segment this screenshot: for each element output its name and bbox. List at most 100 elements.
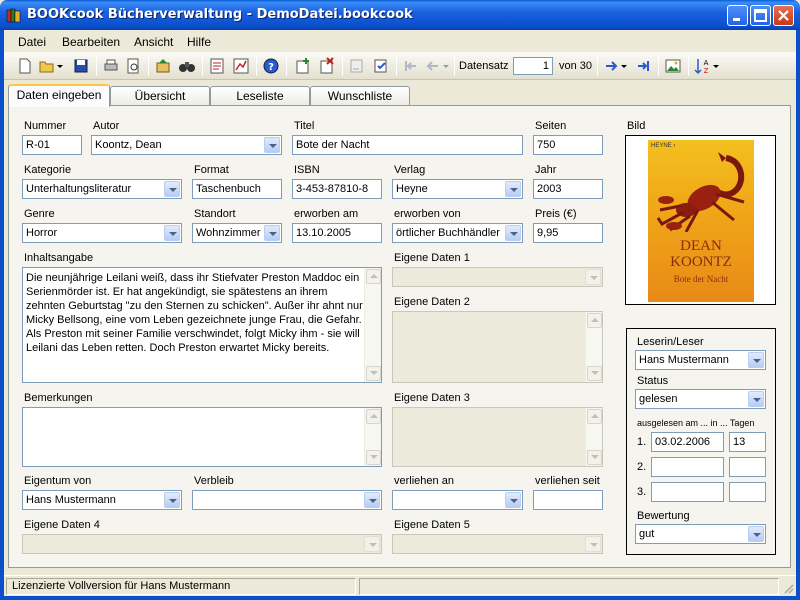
delete-record-icon[interactable] [318, 57, 336, 75]
tab-leseliste[interactable]: Leseliste [210, 86, 310, 106]
preis-field[interactable]: 9,95 [533, 223, 603, 243]
eigene-daten-5-combo[interactable] [392, 534, 603, 554]
verliehen-seit-field[interactable] [533, 490, 603, 510]
minimize-button[interactable] [727, 5, 748, 26]
titel-field[interactable]: Bote der Nacht [292, 135, 523, 155]
scroll-up-icon[interactable] [587, 409, 602, 424]
menu-hilfe[interactable]: Hilfe [187, 35, 211, 49]
genre-combo[interactable]: Horror [22, 223, 182, 243]
dropdown-arrow-icon[interactable] [264, 225, 280, 241]
menu-datei[interactable]: Datei [18, 35, 46, 49]
tab-daten-eingeben[interactable]: Daten eingeben [8, 84, 110, 107]
bemerkungen-memo[interactable] [22, 407, 382, 467]
autor-combo[interactable]: Koontz, Dean [91, 135, 282, 155]
scrollbar[interactable] [585, 408, 602, 466]
dropdown-arrow-icon[interactable] [748, 391, 764, 407]
read-row-1-date[interactable]: 03.02.2006 [651, 432, 724, 452]
eigene-daten-4-combo[interactable] [22, 534, 382, 554]
save-record-icon[interactable] [372, 57, 390, 75]
dropdown-arrow-icon[interactable] [164, 225, 180, 241]
resize-grip-icon[interactable] [782, 582, 794, 594]
record-number-input[interactable]: 1 [513, 57, 553, 75]
dropdown-arrow-icon[interactable] [364, 536, 380, 552]
dropdown-arrow-icon[interactable] [364, 492, 380, 508]
verliehen-an-combo[interactable] [392, 490, 523, 510]
scrollbar[interactable] [585, 312, 602, 382]
read-row-2-days[interactable] [729, 457, 766, 477]
menu-ansicht[interactable]: Ansicht [134, 35, 173, 49]
save-icon[interactable] [72, 57, 90, 75]
dropdown-arrow-icon[interactable] [505, 225, 521, 241]
seiten-field[interactable]: 750 [533, 135, 603, 155]
dropdown-arrow-icon[interactable] [585, 269, 601, 285]
sort-icon[interactable]: AZ [694, 57, 712, 75]
scroll-down-icon[interactable] [366, 366, 381, 381]
chart-icon[interactable] [232, 57, 250, 75]
add-record-icon[interactable] [294, 57, 312, 75]
eigene-daten-1-combo[interactable] [392, 267, 603, 287]
dropdown-arrow-icon[interactable] [748, 526, 764, 542]
scroll-down-icon[interactable] [366, 450, 381, 465]
verbleib-combo[interactable] [192, 490, 382, 510]
verlag-combo[interactable]: Heyne [392, 179, 523, 199]
dropdown-arrow-icon[interactable] [585, 536, 601, 552]
read-row-1-days[interactable]: 13 [729, 432, 766, 452]
open-folder-icon[interactable] [38, 57, 56, 75]
print-icon[interactable] [102, 57, 120, 75]
new-file-icon[interactable] [16, 57, 34, 75]
dropdown-arrow-icon[interactable] [748, 352, 764, 368]
scroll-down-icon[interactable] [587, 366, 602, 381]
erworben-am-field[interactable]: 13.10.2005 [292, 223, 382, 243]
leser-combo[interactable]: Hans Mustermann [635, 350, 766, 370]
tab-wunschliste[interactable]: Wunschliste [310, 86, 410, 106]
nummer-field[interactable]: R-01 [22, 135, 82, 155]
report-icon[interactable] [208, 57, 226, 75]
eigene-daten-2-memo[interactable] [392, 311, 603, 383]
format-label: Format [194, 164, 229, 176]
first-record-icon[interactable] [402, 57, 420, 75]
image-icon[interactable] [664, 57, 682, 75]
close-button[interactable] [773, 5, 794, 26]
read-row-3-date[interactable] [651, 482, 724, 502]
chevron-down-icon[interactable] [712, 57, 720, 75]
read-row-3-days[interactable] [729, 482, 766, 502]
chevron-down-icon[interactable] [620, 57, 628, 75]
undo-record-icon[interactable] [348, 57, 366, 75]
scroll-up-icon[interactable] [366, 269, 381, 284]
dropdown-arrow-icon[interactable] [164, 181, 180, 197]
isbn-field[interactable]: 3-453-87810-8 [292, 179, 382, 199]
erworben-von-combo[interactable]: örtlicher Buchhändler [392, 223, 523, 243]
bewertung-combo[interactable]: gut [635, 524, 766, 544]
dropdown-arrow-icon[interactable] [164, 492, 180, 508]
tab-uebersicht[interactable]: Übersicht [110, 86, 210, 106]
help-icon[interactable]: ? [262, 57, 280, 75]
inhaltsangabe-memo[interactable]: Die neunjährige Leilani weiß, dass ihr S… [22, 267, 382, 383]
jahr-field[interactable]: 2003 [533, 179, 603, 199]
dropdown-arrow-icon[interactable] [505, 181, 521, 197]
scroll-up-icon[interactable] [587, 313, 602, 328]
read-row-2-date[interactable] [651, 457, 724, 477]
standort-combo[interactable]: Wohnzimmer [192, 223, 282, 243]
last-record-icon[interactable] [634, 57, 652, 75]
chevron-down-icon[interactable] [442, 57, 450, 75]
eigentum-von-combo[interactable]: Hans Mustermann [22, 490, 182, 510]
menu-bearbeiten[interactable]: Bearbeiten [62, 35, 120, 49]
scroll-down-icon[interactable] [587, 450, 602, 465]
dropdown-arrow-icon[interactable] [505, 492, 521, 508]
print-preview-icon[interactable] [124, 57, 142, 75]
cover-image-frame[interactable]: HEYNE ‹ DEAN KOONTZ Bote der Nacht [625, 135, 776, 305]
eigene-daten-3-memo[interactable] [392, 407, 603, 467]
maximize-button[interactable] [750, 5, 771, 26]
next-record-icon[interactable] [602, 57, 620, 75]
chevron-down-icon[interactable] [56, 57, 64, 75]
status-combo[interactable]: gelesen [635, 389, 766, 409]
scrollbar[interactable] [364, 268, 381, 382]
scroll-up-icon[interactable] [366, 409, 381, 424]
export-icon[interactable] [154, 57, 172, 75]
search-binoculars-icon[interactable] [178, 57, 196, 75]
dropdown-arrow-icon[interactable] [264, 137, 280, 153]
kategorie-combo[interactable]: Unterhaltungsliteratur [22, 179, 182, 199]
previous-record-icon[interactable] [424, 57, 442, 75]
scrollbar[interactable] [364, 408, 381, 466]
format-combo[interactable]: Taschenbuch [192, 179, 282, 199]
